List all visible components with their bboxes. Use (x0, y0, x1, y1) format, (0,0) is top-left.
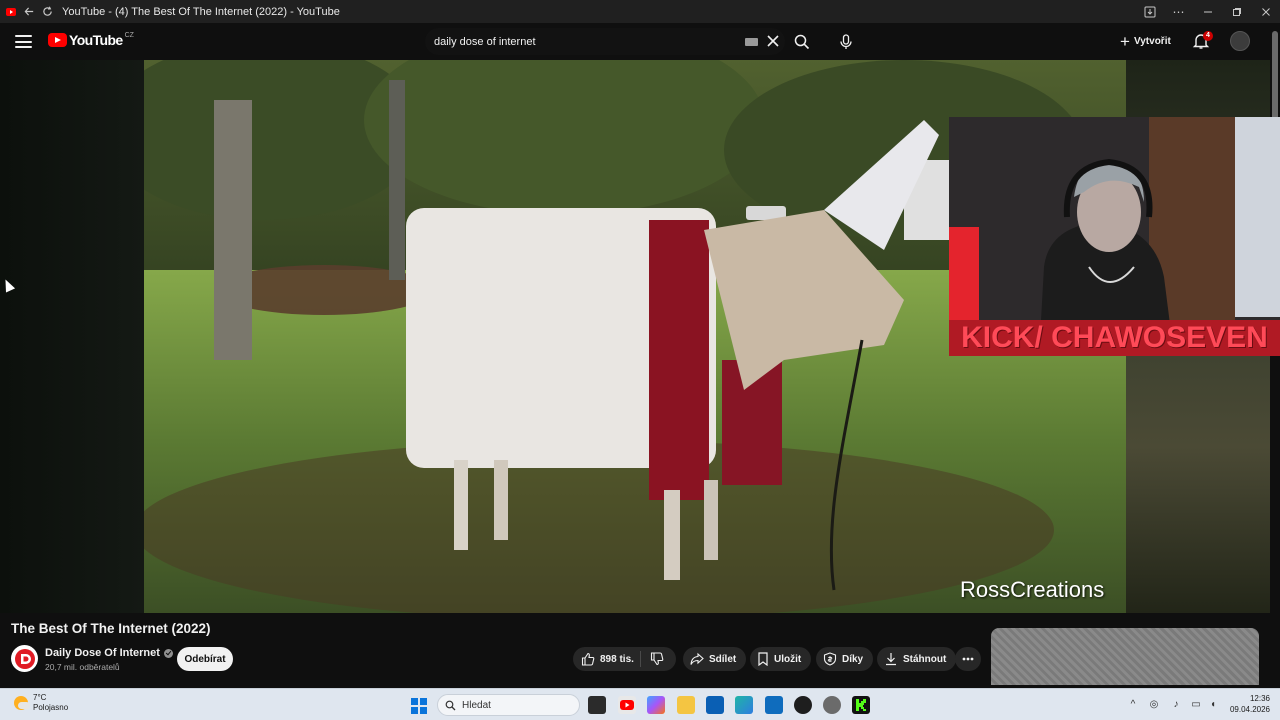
thanks-label: Díky (842, 653, 864, 665)
subscribe-button[interactable]: Odebírat (177, 647, 233, 671)
save-button[interactable]: Uložit (750, 647, 812, 671)
save-label: Uložit (774, 653, 802, 665)
browser-titlebar: YouTube - (4) The Best Of The Internet (… (0, 0, 1280, 23)
video-title: The Best Of The Internet (2022) (11, 621, 211, 636)
download-icon (886, 653, 896, 666)
youtube-play-logo-icon (48, 33, 67, 47)
channel-logo-icon (14, 648, 35, 669)
screen: YouTube - (4) The Best Of The Internet (… (0, 0, 1280, 720)
app-install-icon[interactable] (1135, 3, 1164, 21)
reload-icon[interactable] (38, 3, 56, 21)
thumbs-up-icon (581, 652, 595, 666)
windows-start-icon[interactable] (411, 698, 427, 714)
clear-search-icon[interactable] (763, 31, 783, 51)
window-title: YouTube - (4) The Best Of The Internet (… (62, 5, 340, 18)
minimize-icon[interactable] (1193, 3, 1222, 21)
stream-channel-banner: KICK/ CHAWOSEVEN (949, 320, 1280, 356)
verified-badge-icon (163, 648, 173, 658)
restore-icon[interactable] (1222, 3, 1251, 21)
create-button[interactable]: + Vytvořit (1114, 29, 1181, 54)
thanks-button[interactable]: Díky (816, 647, 874, 671)
file-explorer-icon[interactable] (677, 696, 695, 714)
search-box (425, 28, 785, 55)
channel-name[interactable]: Daily Dose Of Internet (45, 647, 173, 659)
weather-widget[interactable]: 7°C Polojasno (14, 693, 68, 713)
weather-temperature: 7°C (33, 693, 47, 702)
share-label: Sdílet (709, 653, 737, 665)
task-view-icon[interactable] (588, 696, 606, 714)
youtube-header: YouTube CZ + Vytvořit 4 (0, 23, 1280, 60)
scrollbar-thumb[interactable] (1272, 31, 1278, 121)
outlook-icon[interactable] (765, 696, 783, 714)
partly-cloudy-icon (14, 696, 30, 710)
microphone-icon (840, 34, 852, 49)
tray-overflow-chevron-icon[interactable]: ^ (1127, 698, 1139, 710)
youtube-app-icon (2, 3, 20, 21)
tray-network-app-icon[interactable]: ◎ (1148, 698, 1160, 710)
tray-volume-icon[interactable]: ◖ (1207, 698, 1219, 710)
copilot-icon[interactable] (647, 696, 665, 714)
settings-gear-icon[interactable] (823, 696, 841, 714)
keyboard-icon[interactable] (745, 38, 758, 46)
search-button[interactable] (786, 28, 818, 55)
like-dislike-group: 898 tis. (573, 647, 676, 671)
kick-app-icon[interactable] (852, 696, 870, 714)
share-button[interactable]: Sdílet (683, 647, 747, 671)
youtube-logo[interactable]: YouTube CZ (48, 32, 134, 48)
subscriber-count: 20,7 mil. odběratelů (45, 662, 120, 672)
super-thanks-icon (823, 652, 837, 666)
recommended-video-thumbnail[interactable] (991, 628, 1259, 685)
banner-text: KICK/ CHAWOSEVEN (961, 321, 1268, 354)
share-icon (690, 652, 704, 665)
download-label: Stáhnout (903, 653, 947, 665)
close-window-icon[interactable] (1251, 3, 1280, 21)
logo-text: YouTube (69, 32, 123, 48)
tray-display-icon[interactable]: ▭ (1190, 698, 1202, 710)
system-clock[interactable]: 12:36 09.04.2026 (1226, 693, 1270, 715)
menu-icon[interactable] (15, 33, 32, 50)
clock-date: 09.04.2026 (1229, 705, 1270, 714)
search-icon (794, 34, 810, 49)
weather-description: Polojasno (33, 703, 69, 712)
microsoft-store-icon[interactable] (706, 696, 724, 714)
channel-name-text: Daily Dose Of Internet (45, 647, 160, 659)
thumbs-down-icon (650, 652, 664, 666)
taskbar-search-placeholder: Hledat (462, 699, 491, 711)
search-input[interactable] (434, 35, 734, 48)
like-count: 898 tis. (600, 653, 634, 665)
more-horizontal-icon (962, 657, 974, 661)
more-actions-button[interactable] (955, 647, 981, 671)
plus-icon: + (1120, 32, 1130, 51)
clock-time: 12:36 (1249, 694, 1270, 703)
like-button[interactable]: 898 tis. (573, 647, 640, 671)
edge-browser-icon[interactable] (735, 696, 753, 714)
notification-badge: 4 (1203, 31, 1213, 41)
voice-search-button[interactable] (831, 27, 861, 57)
tray-microphone-icon[interactable]: ♪ (1170, 698, 1182, 710)
account-avatar[interactable] (1230, 31, 1250, 51)
download-button[interactable]: Stáhnout (877, 647, 957, 671)
taskbar-search[interactable]: Hledat (437, 694, 580, 716)
back-arrow-icon[interactable] (20, 3, 38, 21)
youtube-taskbar-icon[interactable] (618, 696, 636, 714)
more-options-icon[interactable]: ⋯ (1164, 3, 1193, 21)
bookmark-icon (758, 652, 768, 666)
country-code: CZ (124, 31, 134, 39)
create-label: Vytvořit (1133, 36, 1171, 47)
windows-taskbar: 7°C Polojasno Hledat ^ ◎ ♪ ▭ ◖ 12:36 09. (0, 688, 1280, 720)
ambient-left (0, 60, 144, 613)
dislike-button[interactable] (641, 647, 673, 671)
channel-avatar[interactable] (11, 645, 38, 672)
video-watermark: RossCreations (960, 577, 1105, 602)
chrome-browser-icon[interactable] (794, 696, 812, 714)
taskbar-search-icon (445, 700, 456, 710)
